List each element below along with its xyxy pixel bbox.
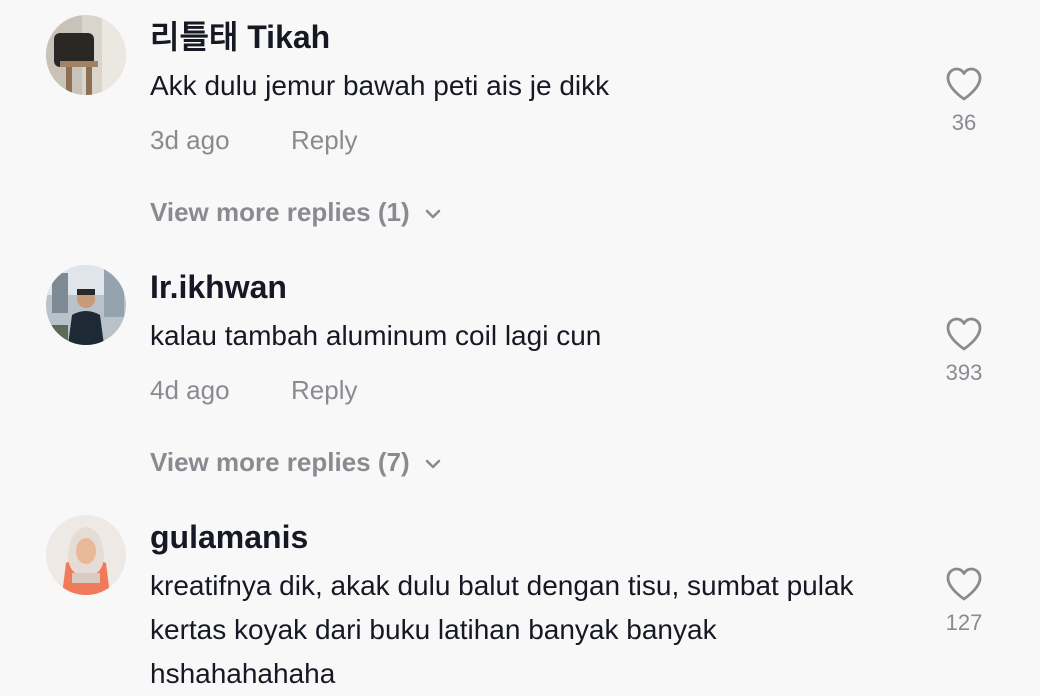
heart-outline-icon[interactable] [945, 66, 983, 102]
comment-meta: 3d ago Reply [150, 122, 357, 158]
view-more-replies-label: View more replies (1) [150, 197, 410, 227]
heart-outline-icon[interactable] [945, 316, 983, 352]
comment-item: gulamanis kreatifnya dik, akak dulu balu… [0, 500, 1040, 694]
heart-outline-icon[interactable] [945, 566, 983, 602]
like-control: 127 [934, 566, 994, 636]
comment-username[interactable]: 리틀태 Tikah [150, 17, 330, 57]
like-count: 36 [951, 110, 977, 135]
view-more-replies-button[interactable]: View more replies (1) [150, 194, 444, 230]
comment-text: kreatifnya dik, akak dulu balut dengan t… [150, 570, 854, 689]
chevron-down-icon [425, 459, 440, 469]
avatar[interactable] [46, 265, 126, 345]
view-more-replies-label: View more replies (7) [150, 447, 410, 477]
comment-timestamp: 4d ago [150, 375, 230, 405]
reply-button[interactable]: Reply [291, 122, 357, 158]
avatar[interactable] [46, 15, 126, 95]
avatar-photo-icon [46, 15, 126, 95]
comment-text: Akk dulu jemur bawah peti ais je dikk [150, 70, 610, 101]
avatar-photo-icon [46, 515, 126, 595]
like-count: 393 [945, 360, 983, 385]
chevron-down-icon [425, 209, 440, 219]
avatar[interactable] [46, 515, 126, 595]
comment-username[interactable]: gulamanis [150, 517, 308, 557]
like-control: 36 [934, 66, 994, 136]
comment-timestamp: 3d ago [150, 125, 230, 155]
view-more-replies-button[interactable]: View more replies (7) [150, 444, 444, 480]
comment-item: 리틀태 Tikah Akk dulu jemur bawah peti ais … [0, 0, 1040, 250]
like-count: 127 [945, 610, 983, 635]
comment-text: kalau tambah aluminum coil lagi cun [150, 320, 602, 351]
comment-item: Ir.ikhwan kalau tambah aluminum coil lag… [0, 250, 1040, 500]
like-control: 393 [934, 316, 994, 386]
comment-username[interactable]: Ir.ikhwan [150, 267, 287, 307]
reply-button[interactable]: Reply [291, 372, 357, 408]
comment-meta: 4d ago Reply [150, 372, 357, 408]
avatar-photo-icon [46, 265, 126, 345]
